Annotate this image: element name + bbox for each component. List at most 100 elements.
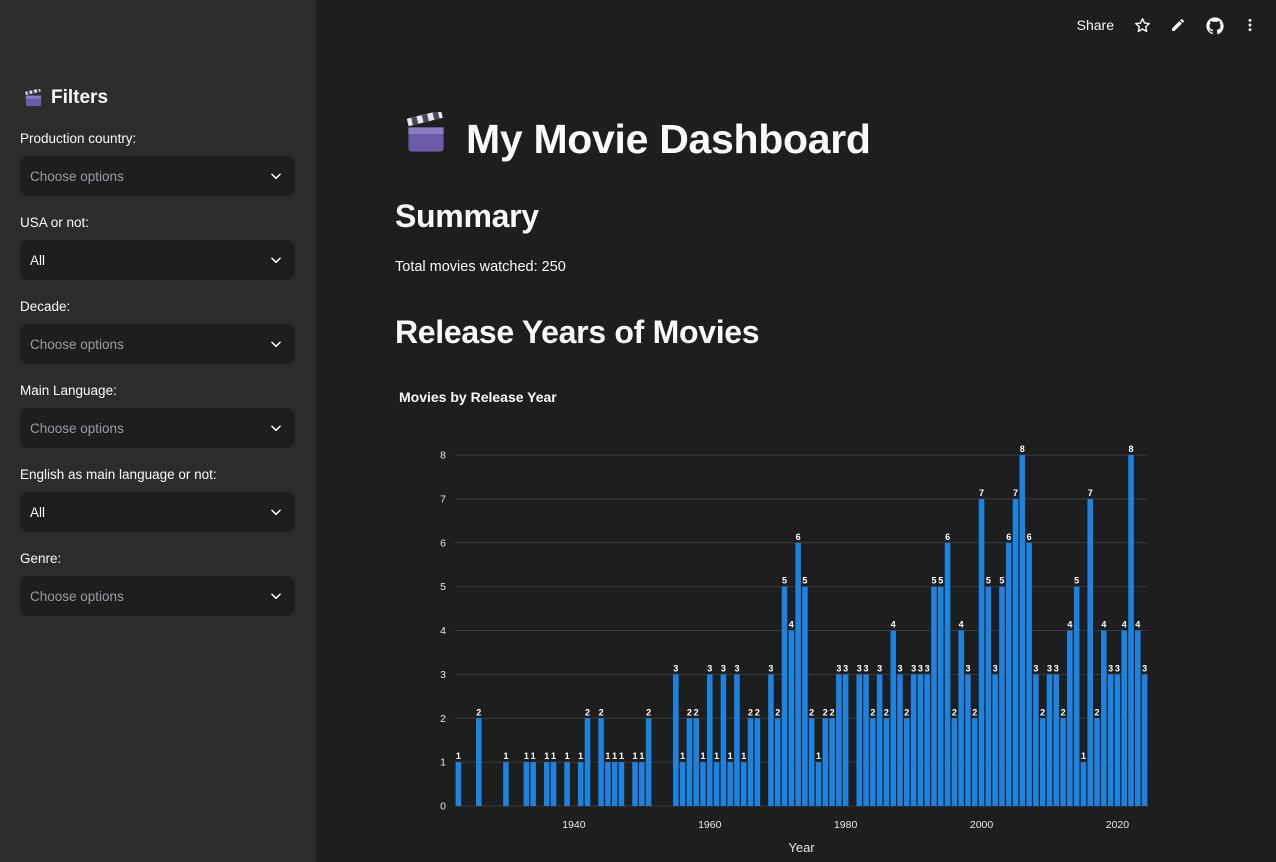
bar — [904, 718, 910, 806]
bar — [795, 542, 801, 806]
filter-select[interactable]: Choose options — [20, 576, 295, 616]
bar-value-label: 3 — [721, 663, 726, 673]
bar-value-label: 2 — [755, 707, 760, 717]
bar — [584, 718, 591, 806]
filter-placeholder: Choose options — [30, 588, 124, 604]
bar — [815, 762, 822, 806]
bar-value-label: 1 — [503, 751, 508, 761]
chevron-down-icon — [269, 589, 283, 603]
bar — [706, 674, 713, 806]
bar-value-label: 3 — [898, 663, 903, 673]
chevron-down-icon — [269, 505, 283, 519]
bar — [577, 762, 584, 806]
bar-value-label: 3 — [1054, 663, 1059, 673]
bar — [965, 674, 971, 806]
bar-value-label: 2 — [830, 707, 835, 717]
filter-label: Production country: — [20, 131, 137, 146]
bar — [740, 762, 747, 806]
bar — [734, 674, 740, 806]
bar-value-label: 4 — [1067, 620, 1072, 630]
bar — [781, 586, 788, 806]
bar — [1046, 674, 1053, 806]
bar — [679, 762, 686, 806]
bar — [1101, 630, 1107, 806]
bar-value-label: 1 — [565, 751, 570, 761]
bar-value-label: 7 — [1088, 488, 1093, 498]
filter-placeholder: Choose options — [30, 420, 124, 436]
bar — [639, 762, 645, 806]
y-tick-label: 6 — [440, 537, 446, 549]
bar — [693, 718, 699, 806]
bar — [876, 674, 883, 806]
bar-value-label: 1 — [551, 751, 556, 761]
bar — [503, 762, 509, 806]
bar-value-label: 2 — [870, 707, 875, 717]
y-tick-label: 1 — [440, 757, 446, 769]
bar — [822, 718, 829, 806]
bar — [605, 762, 611, 806]
bar-value-label: 1 — [816, 751, 821, 761]
bar-value-label: 4 — [1122, 620, 1127, 630]
bar-value-label: 1 — [612, 751, 617, 761]
filter-select[interactable]: Choose options — [20, 324, 295, 364]
bar — [788, 630, 795, 806]
bar-value-label: 8 — [1020, 444, 1025, 454]
y-tick-label: 8 — [440, 450, 446, 462]
bar-value-label: 2 — [1095, 707, 1100, 717]
bar-value-label: 2 — [646, 707, 651, 717]
bar — [598, 718, 604, 806]
bar-value-label: 2 — [1061, 707, 1066, 717]
y-tick-label: 5 — [440, 581, 446, 593]
bar-value-label: 5 — [999, 576, 1004, 586]
filter-field: USA or not: All — [20, 215, 295, 280]
bar — [530, 762, 536, 806]
bar-value-label: 3 — [734, 663, 739, 673]
bar — [951, 718, 958, 806]
filter-select[interactable]: All — [20, 240, 295, 280]
bar-value-label: 7 — [1013, 488, 1018, 498]
bar — [1080, 762, 1087, 806]
bar-value-label: 1 — [524, 751, 529, 761]
bar — [863, 674, 869, 806]
bar-value-label: 2 — [904, 707, 909, 717]
app: Filters Production country: Choose option… — [0, 0, 1276, 862]
bar — [836, 674, 842, 806]
bar — [802, 586, 808, 806]
bar — [1060, 718, 1066, 806]
bar-value-label: 2 — [809, 707, 814, 717]
bar — [829, 718, 835, 806]
bar — [754, 718, 761, 806]
bar — [700, 762, 706, 806]
bar — [924, 674, 930, 806]
bar — [917, 674, 924, 806]
bar — [870, 718, 876, 806]
bar-value-label: 6 — [945, 532, 950, 542]
bar-value-label: 2 — [952, 707, 957, 717]
bar-value-label: 2 — [972, 707, 977, 717]
filter-select[interactable]: All — [20, 492, 295, 532]
bar-value-label: 6 — [1006, 532, 1011, 542]
bar-value-label: 4 — [1101, 620, 1106, 630]
bar — [937, 586, 944, 806]
bar — [543, 762, 550, 806]
bar-value-label: 3 — [1108, 663, 1113, 673]
bar — [523, 762, 530, 806]
x-tick-label: 2020 — [1106, 819, 1130, 831]
filter-select[interactable]: Choose options — [20, 156, 295, 196]
bar-value-label: 7 — [979, 488, 984, 498]
bar-value-label: 2 — [599, 707, 604, 717]
bar-value-label: 4 — [959, 620, 964, 630]
bar — [455, 762, 462, 806]
y-tick-label: 7 — [440, 493, 446, 505]
filter-placeholder: Choose options — [30, 168, 124, 184]
bar-value-label: 2 — [694, 707, 699, 717]
filter-select[interactable]: Choose options — [20, 408, 295, 448]
bar-value-label: 3 — [857, 663, 862, 673]
bar-value-label: 3 — [1047, 663, 1052, 673]
bar-value-label: 3 — [993, 663, 998, 673]
bar — [747, 718, 754, 806]
filter-label: Genre: — [20, 551, 62, 566]
bar — [774, 718, 781, 806]
filter-placeholder: Choose options — [30, 336, 124, 352]
bar-value-label: 3 — [1033, 663, 1038, 673]
